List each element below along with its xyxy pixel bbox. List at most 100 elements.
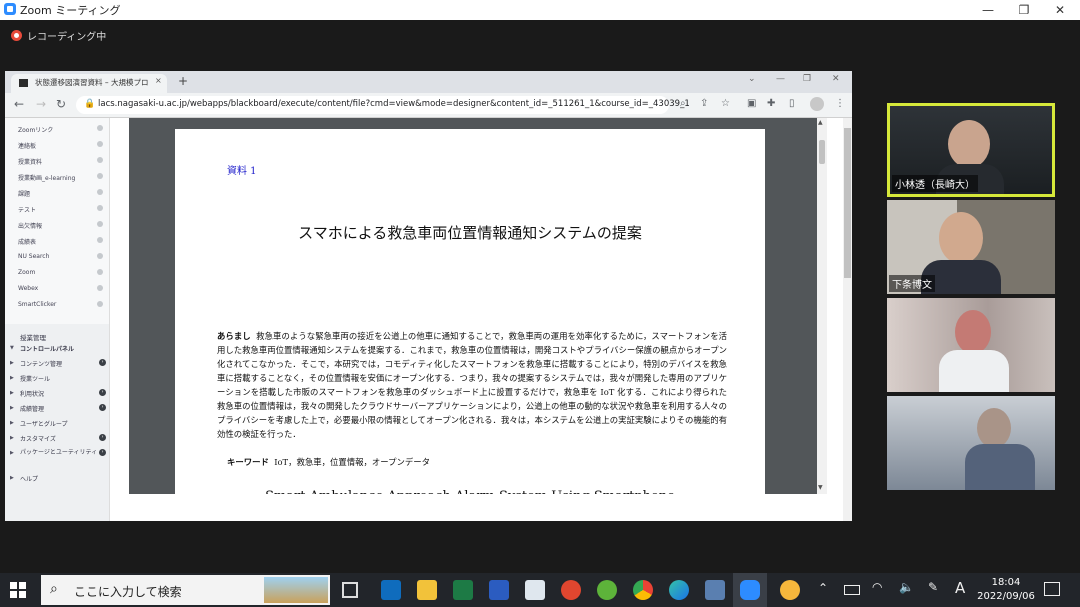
address-bar[interactable]: 🔒 lacs.nagasaki-u.ac.jp/webapps/blackboa… bbox=[76, 96, 690, 114]
weather-icon[interactable] bbox=[780, 580, 800, 600]
page-scrollbar[interactable] bbox=[843, 118, 852, 521]
menu-item-materials[interactable]: 授業資料 bbox=[18, 157, 42, 166]
menu-dot-icon[interactable] bbox=[97, 301, 103, 307]
expand-right-icon[interactable]: ▶ bbox=[10, 420, 14, 426]
extension-icon[interactable]: ▣ bbox=[747, 98, 756, 109]
acrobat-icon[interactable] bbox=[561, 580, 581, 600]
battery-icon[interactable] bbox=[844, 585, 860, 595]
browser-minimize-icon[interactable]: — bbox=[776, 74, 785, 84]
taskbar-search-box[interactable]: ⌕ ここに入力して検索 bbox=[41, 575, 330, 605]
participant-tile[interactable]: 下条博文 bbox=[887, 200, 1055, 294]
zoom-lens-icon[interactable]: ⌕ bbox=[680, 98, 686, 109]
app-icon[interactable] bbox=[525, 580, 545, 600]
wifi-icon[interactable]: ◠ bbox=[872, 580, 882, 594]
pen-icon[interactable]: ✎ bbox=[928, 580, 938, 594]
app-icon[interactable] bbox=[705, 580, 725, 600]
windows-start-icon[interactable] bbox=[10, 582, 26, 598]
menu-dot-icon[interactable] bbox=[97, 269, 103, 275]
menu-dot-icon[interactable] bbox=[97, 285, 103, 291]
menu-kebab-icon[interactable]: ⋮ bbox=[835, 98, 845, 109]
menu-dot-icon[interactable] bbox=[97, 205, 103, 211]
menu-item-assignments[interactable]: 課題 bbox=[18, 189, 30, 198]
zoom-taskbar-active[interactable] bbox=[733, 573, 767, 607]
new-tab-button[interactable]: + bbox=[178, 74, 188, 88]
puzzle-icon[interactable]: ✚ bbox=[767, 98, 775, 109]
menu-item-tests[interactable]: テスト bbox=[18, 205, 36, 214]
ime-mode-indicator[interactable]: A bbox=[955, 579, 965, 597]
profile-avatar[interactable] bbox=[810, 97, 824, 111]
go-arrow-icon[interactable]: › bbox=[99, 359, 106, 366]
expand-right-icon[interactable]: ▶ bbox=[10, 450, 14, 456]
back-icon[interactable]: ← bbox=[14, 97, 24, 111]
menu-dot-icon[interactable] bbox=[97, 173, 103, 179]
panel-item-usage[interactable]: 利用状況 bbox=[20, 389, 44, 398]
participant-tile-active[interactable]: 小林透（長崎大） bbox=[887, 103, 1055, 197]
bookmark-star-icon[interactable]: ☆ bbox=[721, 98, 730, 109]
go-arrow-icon[interactable]: › bbox=[99, 449, 106, 456]
control-panel-label[interactable]: コントロールパネル bbox=[20, 344, 74, 353]
task-view-icon[interactable] bbox=[342, 582, 358, 598]
browser-restore-icon[interactable]: ❐ bbox=[803, 74, 811, 84]
file-explorer-icon[interactable] bbox=[417, 580, 437, 600]
menu-dot-icon[interactable] bbox=[97, 157, 103, 163]
menu-item-zoom[interactable]: Zoom bbox=[18, 269, 35, 276]
menu-dot-icon[interactable] bbox=[97, 189, 103, 195]
scroll-down-icon[interactable]: ▼ bbox=[818, 484, 823, 491]
menu-dot-icon[interactable] bbox=[97, 237, 103, 243]
participant-tile[interactable] bbox=[887, 396, 1055, 490]
minimize-button[interactable]: — bbox=[970, 0, 1006, 20]
panel-item-users-groups[interactable]: ユーザとグループ bbox=[20, 419, 68, 428]
panel-item-customize[interactable]: カスタマイズ bbox=[20, 434, 56, 443]
notification-icon[interactable] bbox=[1044, 582, 1060, 596]
go-arrow-icon[interactable]: › bbox=[99, 434, 106, 441]
chevron-up-icon[interactable]: ⌃ bbox=[818, 581, 828, 595]
app-green-icon[interactable] bbox=[597, 580, 617, 600]
browser-close-icon[interactable]: ✕ bbox=[832, 74, 840, 84]
menu-item-smartclicker[interactable]: SmartClicker bbox=[18, 301, 56, 308]
go-arrow-icon[interactable]: › bbox=[99, 404, 106, 411]
chrome-icon[interactable] bbox=[633, 580, 653, 600]
pdf-scroll-thumb[interactable] bbox=[819, 140, 825, 164]
expand-right-icon[interactable]: ▶ bbox=[10, 475, 14, 481]
menu-item-grades[interactable]: 成績表 bbox=[18, 237, 36, 246]
page-scroll-thumb[interactable] bbox=[844, 128, 851, 278]
menu-dot-icon[interactable] bbox=[97, 253, 103, 259]
menu-item-nu-search[interactable]: NU Search bbox=[18, 253, 49, 260]
menu-item-board[interactable]: 連絡板 bbox=[18, 141, 36, 150]
restore-button[interactable]: ❐ bbox=[1006, 0, 1042, 20]
participant-tile[interactable] bbox=[887, 298, 1055, 392]
menu-dot-icon[interactable] bbox=[97, 141, 103, 147]
scroll-up-icon[interactable]: ▲ bbox=[818, 119, 823, 126]
expand-right-icon[interactable]: ▶ bbox=[10, 360, 14, 366]
forward-icon[interactable]: → bbox=[36, 97, 46, 111]
recording-label[interactable]: レコーディング中 bbox=[27, 28, 106, 43]
panel-item-tools[interactable]: 授業ツール bbox=[20, 374, 50, 383]
excel-icon[interactable] bbox=[453, 580, 473, 600]
browser-tab[interactable]: 状態遷移図演習資料 – 大規模プロ × bbox=[11, 74, 167, 93]
close-button[interactable]: ✕ bbox=[1042, 0, 1078, 20]
reload-icon[interactable]: ↻ bbox=[56, 97, 66, 111]
clock-time[interactable]: 18:04 bbox=[986, 577, 1026, 588]
panel-item-content[interactable]: コンテンツ管理 bbox=[20, 359, 62, 368]
mail-icon[interactable] bbox=[381, 580, 401, 600]
edge-icon[interactable] bbox=[669, 580, 689, 600]
pdf-scrollbar[interactable]: ▲ ▼ bbox=[817, 118, 827, 494]
panel-item-packages[interactable]: パッケージとユーティリティ bbox=[20, 449, 98, 457]
menu-item-zoom-link[interactable]: Zoomリンク bbox=[18, 125, 53, 134]
share-icon[interactable]: ⇪ bbox=[700, 98, 708, 109]
expand-down-icon[interactable]: ▼ bbox=[10, 345, 14, 351]
menu-dot-icon[interactable] bbox=[97, 125, 103, 131]
chevron-down-icon[interactable]: ⌄ bbox=[748, 74, 756, 84]
recording-icon[interactable] bbox=[11, 30, 22, 41]
expand-right-icon[interactable]: ▶ bbox=[10, 405, 14, 411]
menu-item-attendance[interactable]: 出欠情報 bbox=[18, 221, 42, 230]
tab-close-icon[interactable]: × bbox=[155, 76, 162, 85]
expand-right-icon[interactable]: ▶ bbox=[10, 390, 14, 396]
word-icon[interactable] bbox=[489, 580, 509, 600]
panel-item-help[interactable]: ヘルプ bbox=[20, 474, 38, 483]
expand-right-icon[interactable]: ▶ bbox=[10, 435, 14, 441]
menu-item-webex[interactable]: Webex bbox=[18, 285, 38, 292]
sidepanel-icon[interactable]: ▯ bbox=[789, 98, 795, 109]
menu-dot-icon[interactable] bbox=[97, 221, 103, 227]
clock-date[interactable]: 2022/09/06 bbox=[972, 591, 1040, 602]
